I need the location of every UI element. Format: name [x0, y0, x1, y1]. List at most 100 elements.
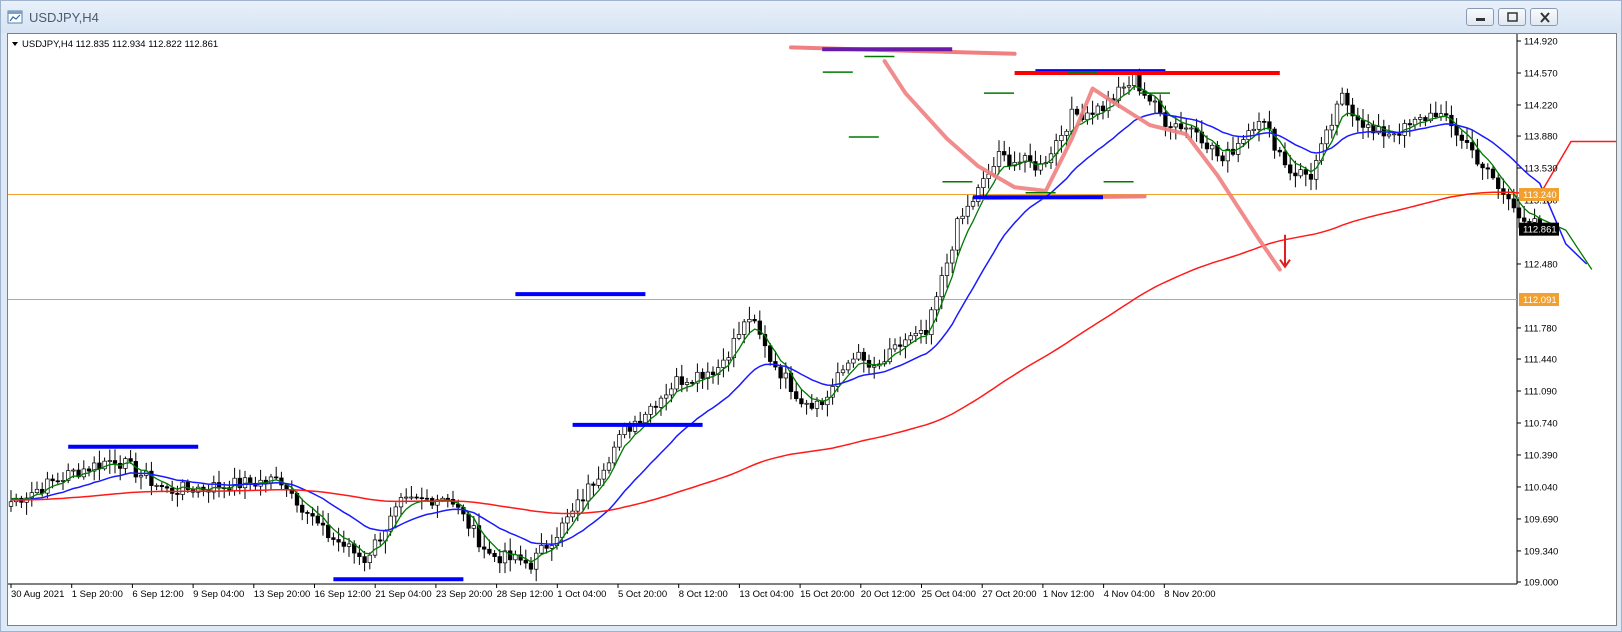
candle-body: [1085, 112, 1090, 121]
candle-body: [1293, 172, 1298, 177]
candle-body: [482, 546, 487, 550]
close-button[interactable]: [1530, 8, 1558, 26]
candle-body: [409, 496, 414, 499]
candle-body: [1007, 154, 1012, 167]
candle-body: [367, 554, 372, 563]
candle-body: [393, 506, 398, 517]
minimize-button[interactable]: [1466, 8, 1494, 26]
candle-body: [565, 516, 570, 524]
candle-body: [586, 483, 591, 502]
candle-body: [154, 485, 159, 487]
time-tick-label: 25 Oct 04:00: [922, 589, 976, 600]
candle-body: [1397, 133, 1402, 136]
candle-body: [856, 351, 861, 360]
candle-body: [1423, 117, 1428, 122]
candle-body: [742, 321, 747, 335]
candle-body: [414, 496, 419, 499]
candle-body: [674, 376, 679, 390]
candle-body: [50, 478, 55, 482]
chart-window-icon: [7, 10, 23, 24]
candle-body: [939, 275, 944, 298]
candle-body: [622, 425, 627, 435]
candle-body: [362, 556, 367, 563]
candle-body: [341, 541, 346, 547]
candle-body: [1028, 155, 1033, 162]
terminal-window: USDJPY,H4 114.920 114.570 114.220 113.880 11…: [0, 0, 1622, 632]
candle-body: [1480, 163, 1485, 169]
candle-body: [1282, 151, 1288, 166]
candle-body: [445, 497, 450, 500]
time-tick-label: 30 Aug 2021: [11, 589, 64, 600]
price-label-text: 113.240: [1523, 190, 1557, 201]
candle-body: [794, 391, 799, 400]
time-tick-label: 15 Oct 20:00: [800, 589, 854, 600]
candle-body: [372, 539, 378, 556]
candle-body: [1324, 129, 1329, 145]
candle-body: [128, 458, 133, 462]
price-tick-label: 110.040: [1524, 482, 1558, 493]
candle-body: [528, 562, 534, 570]
candle-body: [138, 475, 144, 478]
candle-body: [523, 559, 528, 564]
candle-body: [164, 486, 170, 489]
candle-body: [996, 151, 1002, 167]
candle-body: [1277, 149, 1282, 153]
candle-body: [289, 489, 294, 494]
candle-body: [752, 319, 757, 322]
candle-body: [487, 548, 492, 554]
candle-body: [965, 205, 970, 217]
candle-body: [653, 405, 658, 408]
candle-body: [513, 554, 518, 561]
candle-body: [814, 400, 820, 409]
candle-body: [669, 388, 674, 396]
price-tick-label: 114.220: [1524, 100, 1558, 111]
symbol-header: USDJPY,H4 112.835 112.934 112.822 112.86…: [22, 39, 218, 50]
candle-body: [300, 504, 305, 513]
candle-body: [658, 397, 664, 408]
candle-body: [1485, 167, 1490, 170]
time-tick-label: 6 Sep 12:00: [132, 589, 183, 600]
candle-body: [1126, 85, 1132, 88]
candle-body: [1496, 177, 1501, 189]
candle-body: [1366, 124, 1371, 128]
candle-body: [580, 499, 586, 502]
candle-body: [1459, 134, 1464, 141]
candle-body: [804, 402, 809, 405]
price-tick-label: 109.000: [1524, 578, 1558, 589]
candle-body: [1262, 121, 1267, 123]
price-tick-label: 111.780: [1524, 323, 1557, 334]
candle-body: [679, 376, 684, 385]
candle-body: [955, 218, 960, 251]
candle-body: [1516, 207, 1522, 219]
candle-body: [331, 537, 336, 540]
candlestick-series: [8, 68, 1542, 582]
price-tick-label: 113.530: [1524, 164, 1558, 175]
candle-body: [1506, 194, 1511, 200]
restore-button[interactable]: [1498, 8, 1526, 26]
window-title: USDJPY,H4: [29, 10, 99, 25]
candle-body: [81, 468, 86, 478]
candle-body: [1298, 169, 1303, 177]
candle-body: [508, 550, 513, 561]
time-tick-label: 8 Nov 20:00: [1164, 589, 1215, 600]
candle-body: [664, 394, 669, 399]
candle-body: [1002, 151, 1007, 156]
candle-body: [1121, 86, 1126, 89]
candle-body: [1360, 119, 1366, 128]
candle-body: [872, 365, 877, 368]
candle-body: [424, 497, 430, 500]
candle-body: [1392, 133, 1397, 136]
candle-body: [305, 511, 310, 514]
price-tick-label: 111.090: [1524, 387, 1557, 398]
time-tick-label: 8 Oct 12:00: [679, 589, 728, 600]
time-tick-label: 23 Sep 20:00: [436, 589, 493, 600]
candle-body: [908, 335, 913, 341]
time-tick-label: 21 Sep 04:00: [375, 589, 432, 600]
time-tick-label: 20 Oct 12:00: [861, 589, 915, 600]
price-chart[interactable]: 114.920114.570114.220113.880113.530113.1…: [8, 34, 1616, 625]
chart-area[interactable]: 114.920114.570114.220113.880113.530113.1…: [7, 33, 1617, 626]
time-tick-label: 1 Oct 04:00: [557, 589, 606, 600]
price-tick-label: 113.880: [1524, 132, 1558, 143]
candle-body: [591, 483, 596, 486]
title-bar[interactable]: USDJPY,H4: [1, 1, 1621, 33]
